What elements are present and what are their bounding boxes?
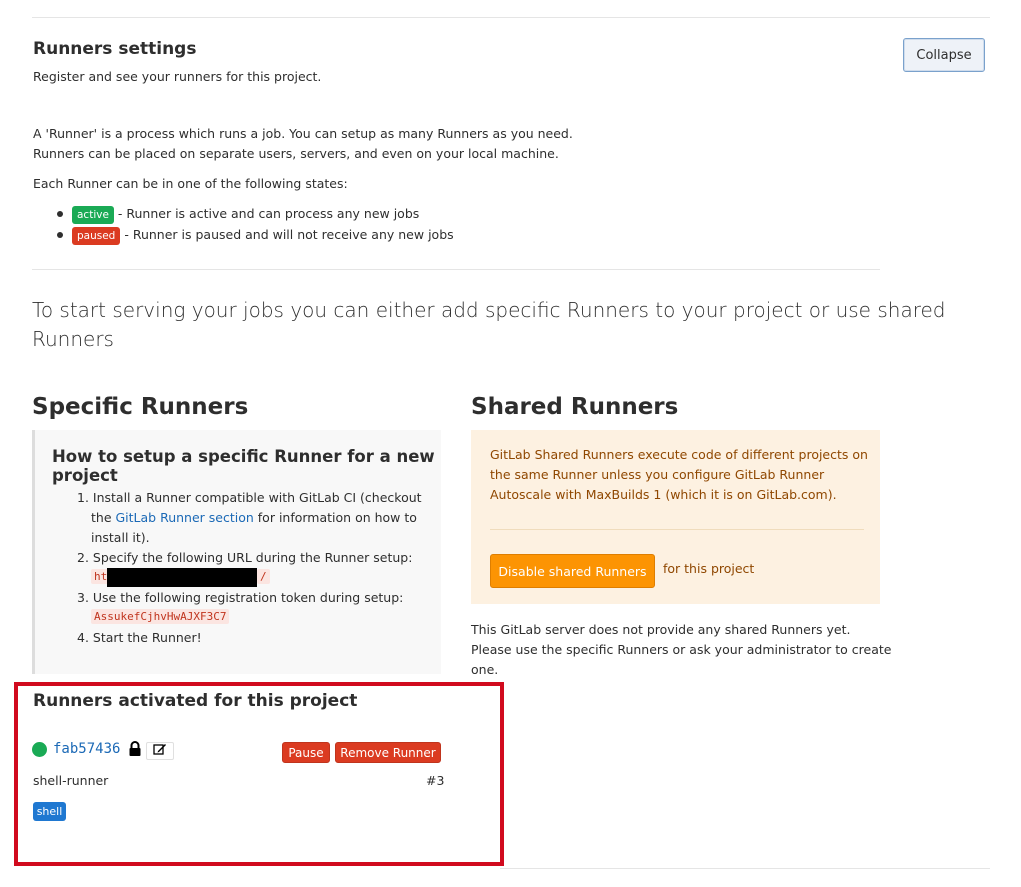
state-item-active: active - Runner is active and can proces… [72,204,419,224]
step-2: 2. Specify the following URL during the … [77,550,413,565]
runner-url-end-wrap: / [257,569,270,584]
shared-info-line-1: GitLab Shared Runners execute code of di… [490,447,868,462]
step-1-text-post: for information on how to [253,510,417,525]
howto-title-line-1: How to setup a specific Runner for a new [52,447,435,466]
step-1-text-pre: the [91,510,116,525]
lead-line-1: To start serving your jobs you can eithe… [32,298,946,322]
step-3: 3. Use the following registration token … [77,590,404,605]
runner-url-end: / [257,569,270,584]
shared-info-line-3: Autoscale with MaxBuilds 1 (which it is … [490,487,837,502]
bottom-divider [500,868,990,869]
step-1-line-3: install it). [91,530,150,545]
no-shared-line-3: one. [471,662,499,677]
top-divider [32,17,990,18]
state-item-paused: paused - Runner is paused and will not r… [72,225,454,245]
disable-shared-runners-button[interactable]: Disable shared Runners [490,554,655,588]
intro-line-2: Runners can be placed on separate users,… [33,146,559,161]
state-paused-text: - Runner is paused and will not receive … [124,227,454,242]
lead-line-2: Runners [32,327,114,351]
active-badge: active [72,206,114,224]
for-this-project-text: for this project [663,561,755,576]
collapse-button[interactable]: Collapse [903,38,985,72]
paused-badge: paused [72,227,121,245]
howto-title-line-2: project [52,466,118,485]
highlight-frame [14,682,504,866]
state-active-text: - Runner is active and can process any n… [117,206,420,221]
no-shared-line-1: This GitLab server does not provide any … [471,622,851,637]
section-subtitle: Register and see your runners for this p… [33,69,322,84]
step-1-line-2: the GitLab Runner section for informatio… [91,508,417,528]
shared-divider [490,529,864,530]
bullet [57,211,63,217]
states-heading: Each Runner can be in one of the followi… [33,176,348,191]
registration-token-code: AssukefCjhvHwAJXF3C7 [91,609,230,624]
section-title: Runners settings [33,39,197,59]
step-1-line-1: 1. Install a Runner compatible with GitL… [77,490,422,505]
gitlab-runner-section-link[interactable]: GitLab Runner section [116,510,254,525]
shared-info-line-2: the same Runner unless you configure Git… [490,467,825,482]
intro-line-1: A 'Runner' is a process which runs a job… [33,126,573,141]
registration-token: AssukefCjhvHwAJXF3C7 [91,609,230,624]
redacted-url [107,568,257,587]
shared-runners-heading: Shared Runners [471,394,679,420]
intro-divider [32,269,880,270]
specific-runners-heading: Specific Runners [32,394,249,420]
step-4: 4. Start the Runner! [77,630,202,645]
no-shared-line-2: Please use the specific Runners or ask y… [471,642,892,657]
bullet [57,232,63,238]
